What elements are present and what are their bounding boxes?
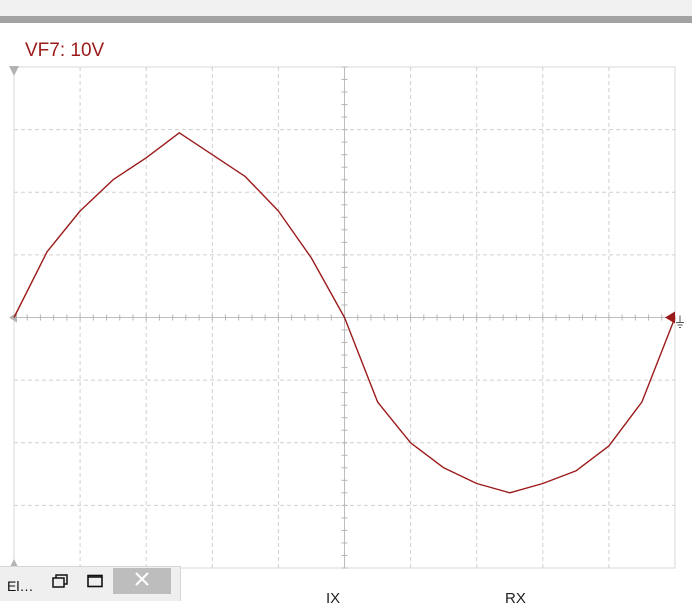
trigger-marker-top bbox=[9, 66, 19, 76]
close-icon bbox=[134, 571, 150, 592]
oscilloscope-display bbox=[9, 66, 684, 569]
top-bar bbox=[0, 0, 692, 16]
top-divider bbox=[0, 16, 692, 23]
restore-window-icon[interactable] bbox=[47, 570, 73, 592]
maximize-window-icon[interactable] bbox=[82, 570, 108, 592]
cursor-label-right: RX bbox=[505, 590, 526, 607]
close-button[interactable] bbox=[113, 568, 171, 594]
cursor-label-left: IX bbox=[326, 590, 341, 607]
window-title[interactable]: El… bbox=[7, 578, 33, 594]
